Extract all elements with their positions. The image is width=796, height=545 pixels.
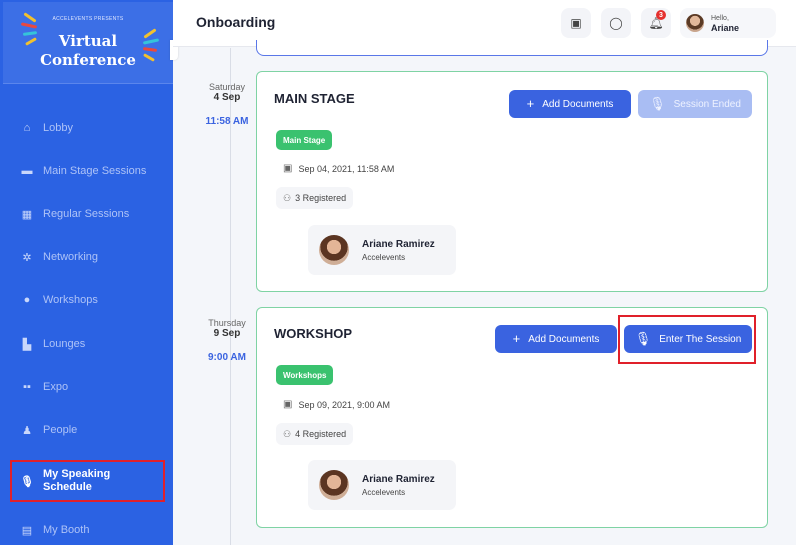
page-title: Onboarding: [196, 14, 276, 30]
calendar-icon: ▦: [21, 208, 33, 221]
enter-session-highlight: [618, 315, 756, 364]
session-time: 11:58 AM: [205, 116, 249, 127]
registered-count: ⚇ 3 Registered: [276, 187, 354, 209]
sidebar-item-label: Regular Sessions: [43, 208, 130, 220]
user-name: Ariane: [711, 22, 740, 33]
people-icon: ⚇: [283, 428, 292, 439]
calendar-button[interactable]: ▣: [561, 8, 591, 38]
logo-line-1: Virtual: [58, 32, 118, 50]
session-datetime: ▣ Sep 09, 2021, 9:00 AM: [283, 399, 390, 410]
session-card-main-stage: MAIN STAGE + Add Documents 🎙 Session End…: [256, 71, 768, 292]
session-day: Thursday: [208, 318, 246, 328]
lounge-icon: ▙: [22, 338, 32, 351]
session-title: MAIN STAGE: [274, 91, 355, 106]
calendar-icon: ▣: [283, 163, 293, 174]
speaker-avatar: [319, 470, 349, 500]
button-label: Add Documents: [542, 98, 614, 110]
sidebar-item-label: Workshops: [43, 294, 98, 306]
sidebar-item-people[interactable]: ♟ People: [0, 410, 173, 450]
sidebar-item-label: Expo: [43, 381, 69, 393]
session-day: Saturday: [208, 82, 246, 92]
session-datetime: ▣ Sep 04, 2021, 11:58 AM: [283, 163, 394, 174]
avatar: [686, 14, 704, 32]
sidebar-item-label: People: [43, 424, 78, 436]
sidebar-item-label: Lounges: [43, 338, 86, 350]
button-label: Session Ended: [673, 98, 741, 110]
previous-session-card: [256, 40, 768, 56]
sidebar-item-regular-sessions[interactable]: ▦ Regular Sessions: [0, 194, 173, 234]
speaker-chip[interactable]: Ariane Ramirez Accelevents: [308, 460, 456, 510]
notification-badge: 3: [656, 10, 666, 20]
speaker-org: Accelevents: [362, 487, 406, 497]
sidebar-item-workshops[interactable]: ● Workshops: [0, 280, 173, 320]
calendar-icon: ▣: [570, 16, 582, 30]
logo-line-2: Conference: [40, 51, 136, 69]
sidebar-item-lounges[interactable]: ▙ Lounges: [0, 324, 173, 364]
grid-icon: ▪▪: [23, 381, 31, 393]
session-date: Saturday 4 Sep 11:58 AM: [192, 82, 262, 127]
booth-icon: ▤: [21, 524, 33, 537]
button-label: Add Documents: [528, 333, 600, 345]
speaker-chip[interactable]: Ariane Ramirez Accelevents: [308, 225, 456, 275]
session-ended-button[interactable]: 🎙 Session Ended: [638, 90, 752, 118]
video-icon: ▬: [21, 165, 33, 177]
people-icon: ⚇: [283, 192, 292, 203]
session-tag: Workshops: [276, 365, 334, 385]
chat-button[interactable]: ◯: [601, 8, 631, 38]
registered-count: ⚇ 4 Registered: [276, 423, 354, 445]
sidebar-item-main-stage-sessions[interactable]: ▬ Main Stage Sessions: [0, 151, 173, 191]
notifications-button[interactable]: 🔔︎ 3: [641, 8, 671, 38]
calendar-icon: ▣: [283, 399, 293, 410]
logo-title: Virtual Conference: [3, 32, 173, 70]
session-time: 9:00 AM: [208, 352, 246, 363]
session-tag: Main Stage: [276, 130, 333, 150]
speaker-name: Ariane Ramirez: [362, 238, 435, 250]
session-date: Thursday 9 Sep 9:00 AM: [192, 318, 262, 363]
speaker-org: Accelevents: [362, 252, 406, 262]
add-documents-button[interactable]: + Add Documents: [495, 325, 617, 353]
registered-text: 4 Registered: [295, 429, 347, 439]
add-documents-button[interactable]: + Add Documents: [509, 90, 631, 118]
plus-icon: +: [512, 331, 521, 346]
session-datetime-text: Sep 04, 2021, 11:58 AM: [298, 163, 395, 174]
session-title: WORKSHOP: [274, 326, 352, 341]
sidebar-item-label: My Booth: [43, 524, 90, 536]
speaker-name: Ariane Ramirez: [362, 473, 435, 485]
sidebar-item-lobby[interactable]: ⌂ Lobby: [0, 108, 173, 148]
sidebar-item-networking[interactable]: ✲ Networking: [0, 237, 173, 277]
group-icon: ●: [23, 294, 31, 306]
active-item-highlight: [10, 460, 165, 502]
network-icon: ✲: [22, 251, 32, 264]
session-date-label: 4 Sep: [213, 92, 241, 103]
sidebar-item-label: Main Stage Sessions: [43, 165, 147, 177]
session-date-label: 9 Sep: [213, 328, 241, 339]
session-datetime-text: Sep 09, 2021, 9:00 AM: [298, 399, 391, 410]
sidebar-item-label: Lobby: [43, 122, 73, 134]
sidebar-item-expo[interactable]: ▪▪ Expo: [0, 367, 173, 407]
speaker-avatar: [319, 235, 349, 265]
chat-icon: ◯: [609, 16, 623, 30]
plus-icon: +: [526, 96, 535, 111]
sidebar-item-label: Networking: [43, 251, 99, 263]
sidebar-item-my-booth[interactable]: ▤ My Booth: [0, 510, 173, 545]
conference-logo[interactable]: ACCELEVENTS PRESENTS Virtual Conference: [3, 2, 173, 84]
home-icon: ⌂: [23, 122, 31, 134]
sidebar: ACCELEVENTS PRESENTS Virtual Conference …: [0, 0, 178, 545]
person-icon: ♟: [22, 424, 32, 437]
microphone-icon: 🎙: [649, 96, 666, 111]
user-greeting: Hello,: [711, 14, 729, 22]
user-menu[interactable]: Hello, Ariane: [680, 8, 776, 38]
registered-text: 3 Registered: [295, 193, 347, 203]
